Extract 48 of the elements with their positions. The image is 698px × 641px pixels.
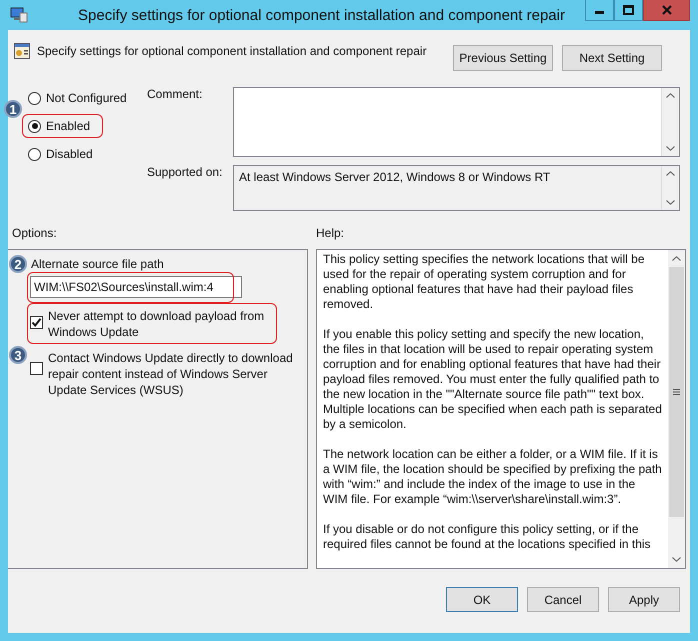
scroll-thumb[interactable] bbox=[669, 267, 684, 517]
help-paragraph: This policy setting specifies the network locations that will be used for the repair of operating system corruption and for enabling optional features that have had their payload files removed. bbox=[323, 252, 646, 312]
callout-badge: 1 bbox=[4, 100, 22, 118]
minimize-button[interactable] bbox=[585, 0, 614, 21]
help-label: Help: bbox=[316, 226, 346, 242]
scroll-down-icon[interactable] bbox=[672, 557, 681, 562]
navigation-button[interactable]: Next Setting bbox=[562, 45, 662, 71]
radio-label[interactable]: Enabled bbox=[46, 119, 90, 133]
comment-field[interactable] bbox=[233, 87, 680, 157]
radio-button[interactable] bbox=[28, 120, 41, 132]
policy-setting-icon bbox=[14, 43, 30, 59]
scrollbar[interactable] bbox=[668, 250, 685, 568]
path-input-field[interactable]: WIM:\\FS02\Sources\install.wim:4 bbox=[30, 276, 242, 298]
radio-label[interactable]: Disabled bbox=[46, 147, 93, 161]
options-label: Options: bbox=[12, 226, 58, 242]
radio-button[interactable] bbox=[28, 92, 41, 104]
policy-window-icon bbox=[10, 7, 28, 23]
comment-label: Comment: bbox=[147, 87, 204, 103]
help-paragraph: If you enable this policy setting and specify the new location, the files in that location will be used to repair operating system corruption and for enabling optional features that have had their payload files removed. You must enter the fully qualified path to the new location in the ""Alternate source file path"" text box. Multiple locations can be specified when each path is separated by a semicolon. bbox=[323, 327, 662, 432]
help-paragraph: The network location can be either a folder, or a WIM file. If it is a WIM file, the location should be specified by prefixing the path with “wim:” and include the index of the image to use in the WIM file. For example “wim:\\server\share\install.wim:3”. bbox=[323, 447, 662, 507]
scroll-up-icon[interactable] bbox=[666, 171, 675, 176]
close-button[interactable] bbox=[643, 0, 690, 21]
navigation-button[interactable]: Previous Setting bbox=[453, 45, 553, 71]
close-icon bbox=[662, 5, 672, 15]
policy-title: Specify settings for optional component installation and component repair bbox=[37, 44, 428, 58]
scroll-grip-icon bbox=[673, 389, 680, 395]
checkbox[interactable] bbox=[30, 362, 43, 375]
field-label: Alternate source file path bbox=[31, 257, 165, 271]
radio-label[interactable]: Not Configured bbox=[46, 91, 127, 105]
dialog-button[interactable]: OK bbox=[446, 587, 518, 612]
checkbox-label[interactable]: Never attempt to download payload from Windows Update bbox=[48, 308, 293, 340]
checkbox-label[interactable]: Contact Windows Update directly to download repair content instead of Windows Server Update Services (WSUS) bbox=[48, 350, 293, 398]
window-title: Specify settings for optional component installation and component repair bbox=[78, 6, 565, 24]
help-paragraph: If you disable or do not configure this policy setting, or if the required files cannot be found at the locations specified in this bbox=[323, 522, 652, 552]
supported-label: Supported on: bbox=[147, 165, 224, 181]
scroll-up-icon[interactable] bbox=[672, 256, 681, 261]
checkbox[interactable] bbox=[30, 316, 43, 329]
callout-badge: 2 bbox=[9, 255, 27, 273]
scroll-down-icon[interactable] bbox=[666, 146, 675, 151]
supported-platforms-text: At least Windows Server 2012, Windows 8 or Windows RT bbox=[239, 170, 550, 184]
callout-badge: 3 bbox=[9, 346, 27, 364]
dialog-button[interactable]: Apply bbox=[608, 587, 680, 612]
radio-button[interactable] bbox=[28, 148, 41, 160]
scroll-down-icon[interactable] bbox=[666, 200, 675, 205]
scrollbar[interactable] bbox=[661, 88, 679, 156]
maximize-button[interactable] bbox=[614, 0, 643, 21]
dialog-button[interactable]: Cancel bbox=[527, 587, 599, 612]
scroll-up-icon[interactable] bbox=[666, 93, 675, 98]
